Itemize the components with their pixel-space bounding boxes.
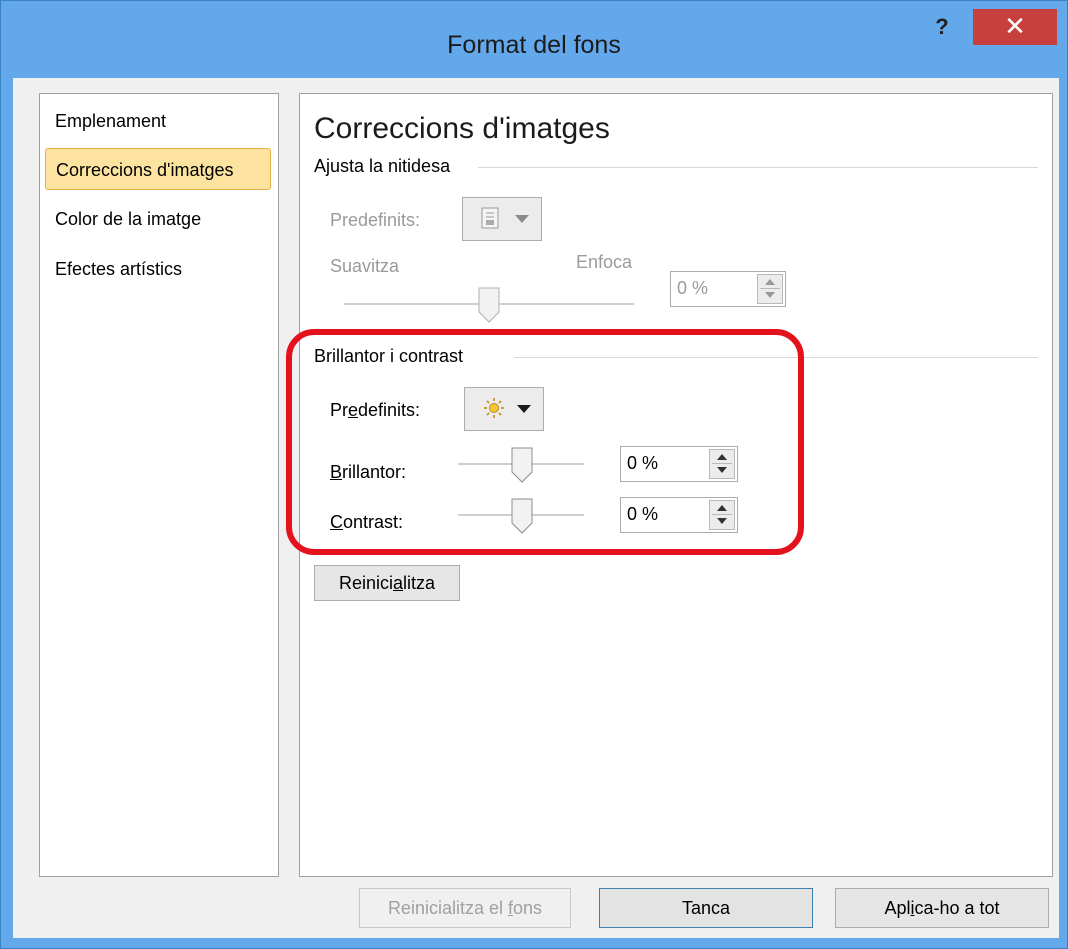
panel-heading: Correccions d'imatges <box>314 112 610 145</box>
nav-item-picture-corrections[interactable]: Correccions d'imatges <box>45 148 271 190</box>
close-button[interactable]: ✕ <box>973 9 1057 45</box>
spin-down-icon <box>717 467 727 473</box>
contrast-spin-buttons[interactable] <box>709 500 735 530</box>
sharpness-presets-dropdown[interactable] <box>462 197 542 241</box>
contrast-label: Contrast: <box>330 512 404 532</box>
brightness-presets-label: Predefinits: <box>330 400 421 420</box>
close-dialog-button[interactable]: Tanca <box>599 888 813 928</box>
brightness-label: Brillantor: <box>330 462 407 482</box>
apply-to-all-button[interactable]: Aplica-ho a tot <box>835 888 1049 928</box>
sharpness-divider <box>478 167 1038 168</box>
contrast-spinner[interactable]: 0 % <box>620 497 738 533</box>
format-background-dialog: Format del fons ? ✕ Emplenament Correcci… <box>0 0 1068 949</box>
sharpness-value: 0 % <box>677 278 709 298</box>
brightness-contrast-presets-dropdown[interactable] <box>464 387 544 431</box>
sharpness-slider-thumb[interactable] <box>478 287 500 323</box>
sharpness-preset-icon <box>481 207 499 235</box>
dialog-title: Format del fons <box>447 31 621 59</box>
soften-label: Suavitza <box>330 256 400 276</box>
sharpness-presets-label: Predefinits: <box>330 210 421 230</box>
nav-item-picture-color[interactable]: Color de la imatge <box>45 198 271 240</box>
contrast-slider-thumb[interactable] <box>511 498 533 534</box>
brightness-spin-buttons[interactable] <box>709 449 735 479</box>
sharpen-label: Enfoca <box>576 252 633 272</box>
brightness-spinner[interactable]: 0 % <box>620 446 738 482</box>
spin-up-icon <box>717 454 727 460</box>
spin-down-icon <box>765 292 775 298</box>
spin-up-icon <box>717 505 727 511</box>
sharpness-section-label: Ajusta la nitidesa <box>314 156 451 176</box>
contrast-value: 0 % <box>627 504 659 524</box>
help-button[interactable]: ? <box>927 13 957 43</box>
nav-item-fill[interactable]: Emplenament <box>45 100 271 142</box>
spin-up-icon <box>765 279 775 285</box>
title-bar[interactable]: Format del fons ? ✕ <box>1 1 1067 89</box>
settings-panel: Correccions d'imatges Ajusta la nitidesa… <box>299 93 1053 877</box>
sharpness-spin-buttons[interactable] <box>757 274 783 304</box>
spin-down-icon <box>717 518 727 524</box>
reset-button[interactable]: Reinicialitza <box>314 565 460 601</box>
brightness-contrast-divider <box>514 357 1038 358</box>
reset-background-button[interactable]: Reinicialitza el fons <box>359 888 571 928</box>
nav-item-artistic-effects[interactable]: Efectes artístics <box>45 248 271 290</box>
brightness-slider-thumb[interactable] <box>511 447 533 483</box>
dialog-body: Emplenament Correccions d'imatges Color … <box>13 78 1059 938</box>
sun-icon <box>483 397 505 425</box>
chevron-down-icon <box>515 215 529 223</box>
brightness-contrast-section-label: Brillantor i contrast <box>314 346 464 366</box>
sharpness-spinner[interactable]: 0 % <box>670 271 786 307</box>
chevron-down-icon <box>517 405 531 413</box>
brightness-value: 0 % <box>627 453 659 473</box>
category-list: Emplenament Correccions d'imatges Color … <box>39 93 279 877</box>
